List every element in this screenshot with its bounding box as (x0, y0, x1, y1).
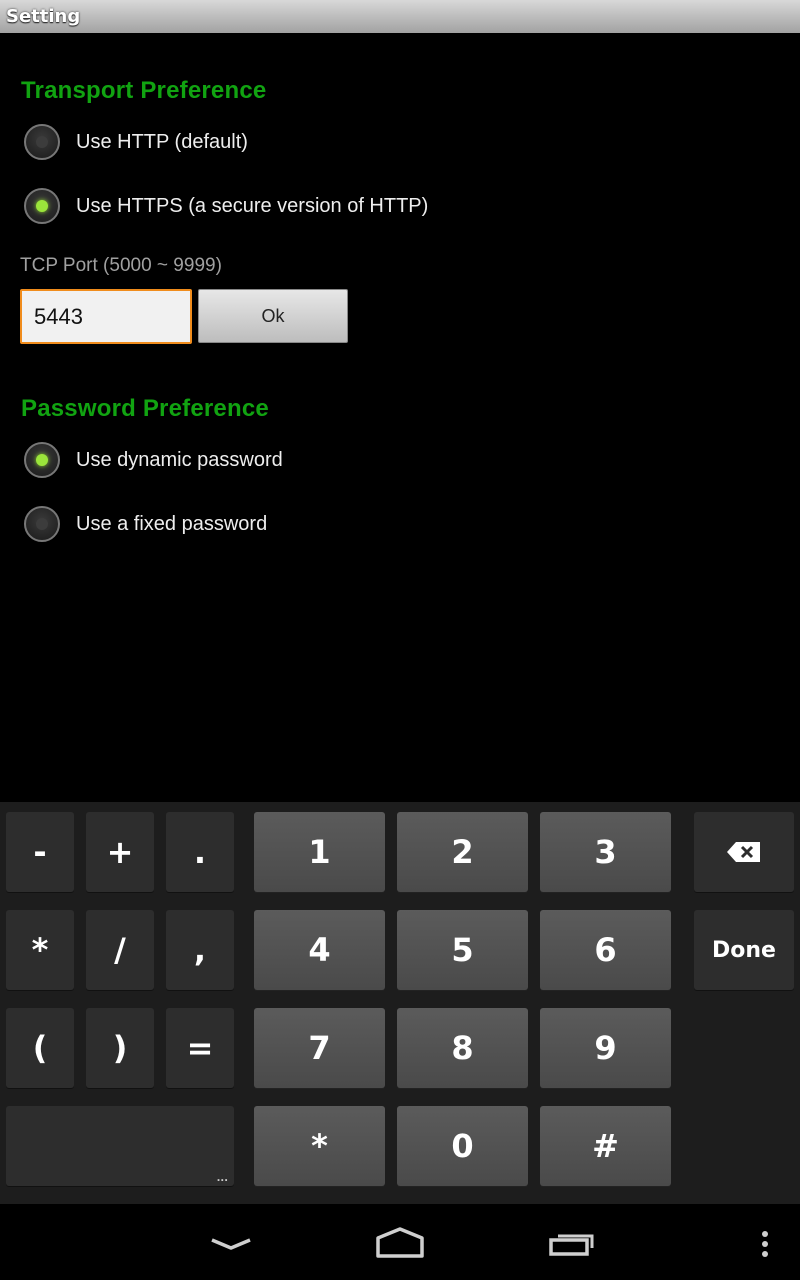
key-3[interactable]: 3 (540, 812, 671, 892)
key-right-paren[interactable]: ) (86, 1008, 154, 1088)
tcp-port-hint: TCP Port (5000 ~ 9999) (20, 255, 222, 276)
recents-icon[interactable] (546, 1228, 598, 1258)
key-7[interactable]: 7 (254, 1008, 385, 1088)
key-space[interactable]: ... (6, 1106, 234, 1186)
home-icon[interactable] (374, 1226, 426, 1260)
radio-label-http: Use HTTP (default) (76, 130, 248, 153)
menu-icon[interactable] (759, 1230, 771, 1260)
key-hash[interactable]: # (540, 1106, 671, 1186)
key-plus[interactable]: + (86, 812, 154, 892)
radio-label-fixed: Use a fixed password (76, 512, 268, 535)
password-preference-title: Password Preference (21, 395, 269, 422)
key-period[interactable]: . (166, 812, 234, 892)
key-comma[interactable]: , (166, 910, 234, 990)
radio-fixed-password[interactable]: Use a fixed password (24, 502, 267, 546)
key-4[interactable]: 4 (254, 910, 385, 990)
radio-button-unchecked[interactable] (24, 506, 60, 542)
key-asterisk[interactable]: * (6, 910, 74, 990)
key-9[interactable]: 9 (540, 1008, 671, 1088)
key-2[interactable]: 2 (397, 812, 528, 892)
key-backspace[interactable] (694, 812, 794, 892)
key-slash[interactable]: / (86, 910, 154, 990)
key-8[interactable]: 8 (397, 1008, 528, 1088)
navigation-bar (0, 1204, 800, 1280)
key-6[interactable]: 6 (540, 910, 671, 990)
radio-button-checked[interactable] (24, 442, 60, 478)
back-icon[interactable] (208, 1234, 254, 1254)
key-done[interactable]: Done (694, 910, 794, 990)
title-bar: Setting (0, 0, 800, 33)
radio-label-https: Use HTTPS (a secure version of HTTP) (76, 194, 429, 217)
numeric-keyboard: - + . 1 2 3 * / , 4 5 6 Done ( ) = 7 8 9… (0, 802, 800, 1204)
key-1[interactable]: 1 (254, 812, 385, 892)
backspace-icon (727, 842, 760, 862)
radio-dynamic-password[interactable]: Use dynamic password (24, 438, 283, 482)
key-0[interactable]: 0 (397, 1106, 528, 1186)
key-5[interactable]: 5 (397, 910, 528, 990)
key-left-paren[interactable]: ( (6, 1008, 74, 1088)
tcp-port-input[interactable] (20, 289, 192, 344)
transport-preference-title: Transport Preference (21, 77, 267, 104)
radio-use-https[interactable]: Use HTTPS (a secure version of HTTP) (24, 184, 428, 228)
radio-button-checked[interactable] (24, 188, 60, 224)
ok-button[interactable]: Ok (198, 289, 348, 343)
radio-label-dynamic: Use dynamic password (76, 448, 283, 471)
key-equals[interactable]: = (166, 1008, 234, 1088)
radio-use-http[interactable]: Use HTTP (default) (24, 120, 248, 164)
key-star[interactable]: * (254, 1106, 385, 1186)
key-minus[interactable]: - (6, 812, 74, 892)
more-keys-indicator: ... (216, 1173, 228, 1184)
radio-button-unchecked[interactable] (24, 124, 60, 160)
